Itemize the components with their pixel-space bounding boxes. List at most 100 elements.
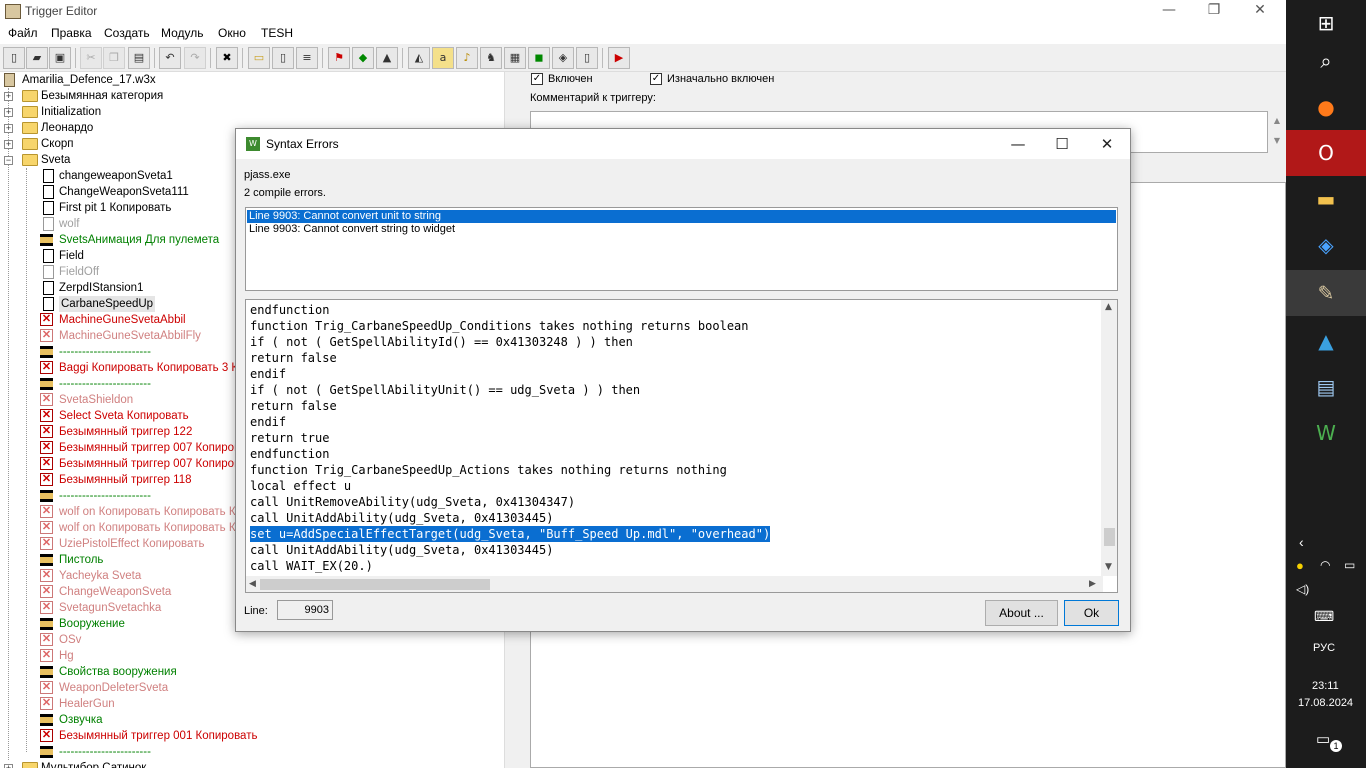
tree-trigger[interactable]: Свойства вооружения <box>0 664 504 680</box>
about-button[interactable]: About ... <box>985 600 1058 626</box>
clock-date[interactable]: 17.08.2024 <box>1298 697 1353 709</box>
collapse-icon[interactable]: − <box>4 156 13 165</box>
document-app-icon[interactable]: ▤ <box>1286 364 1366 410</box>
new-trigger-icon[interactable]: ▯ <box>272 47 294 69</box>
code-line: endfunction <box>250 447 330 461</box>
code-line: return true <box>250 431 330 445</box>
world-editor-icon[interactable]: ✎ <box>1286 270 1366 316</box>
scroll-right-icon[interactable]: ▶ <box>1089 579 1096 589</box>
menu-create[interactable]: Создать <box>104 26 150 40</box>
file-explorer-icon[interactable]: ▬ <box>1286 176 1366 222</box>
import-manager-icon[interactable]: ▯ <box>576 47 598 69</box>
undo-icon[interactable]: ↶ <box>159 47 181 69</box>
volume-icon[interactable]: ◁) <box>1296 582 1309 596</box>
copy-icon[interactable]: ❐ <box>103 47 125 69</box>
dialog-close-button[interactable]: ✕ <box>1087 133 1127 155</box>
menu-window[interactable]: Окно <box>218 26 246 40</box>
save-icon[interactable]: ▣ <box>49 47 71 69</box>
delete-icon[interactable]: ✖ <box>216 47 238 69</box>
close-button[interactable]: ✕ <box>1237 0 1283 22</box>
tree-trigger[interactable]: ✕ OSv <box>0 632 504 648</box>
tree-item-label: ------------------------ <box>59 490 151 502</box>
code-view[interactable]: endfunction function Trig_CarbaneSpeedUp_… <box>245 299 1118 593</box>
enabled-label: Включен <box>548 73 593 85</box>
error-list[interactable]: Line 9903: Cannot convert unit to string… <box>245 207 1118 291</box>
ai-editor-icon[interactable]: ◼ <box>528 47 550 69</box>
scroll-left-icon[interactable]: ◀ <box>249 579 256 589</box>
dialog-maximize-button[interactable]: ☐ <box>1042 133 1082 155</box>
app-diamond-icon[interactable]: ◈ <box>1286 222 1366 268</box>
keyboard-icon[interactable]: ⌨ <box>1314 608 1334 625</box>
scroll-down-icon[interactable]: ▼ <box>1105 562 1112 572</box>
expand-icon[interactable]: + <box>4 764 13 768</box>
clock-time[interactable]: 23:11 <box>1312 680 1339 692</box>
terrain-editor-icon[interactable]: ◭ <box>408 47 430 69</box>
input-language[interactable]: РУС <box>1313 642 1335 654</box>
new-condition-icon[interactable]: ◆ <box>352 47 374 69</box>
expand-icon[interactable]: + <box>4 140 13 149</box>
menu-module[interactable]: Модуль <box>161 26 204 40</box>
tree-item-label: wolf <box>59 218 80 230</box>
network-status-icon[interactable]: ● <box>1296 558 1304 573</box>
code-horizontal-scrollbar[interactable]: ◀ ▶ <box>246 576 1103 592</box>
menu-file[interactable]: Файл <box>8 26 38 40</box>
photos-icon[interactable]: ▲ <box>1286 318 1366 364</box>
new-icon[interactable]: ▯ <box>3 47 25 69</box>
tree-trigger[interactable]: ✕ HealerGun <box>0 696 504 712</box>
tree-category[interactable]: + Безымянная категория <box>0 88 504 104</box>
trigger-icon <box>43 249 54 263</box>
expand-icon[interactable]: + <box>4 124 13 133</box>
vertical-scroll-thumb[interactable] <box>1104 528 1115 546</box>
meet-icon[interactable]: ▭ <box>1344 558 1355 572</box>
redo-icon[interactable]: ↷ <box>184 47 206 69</box>
notification-icon[interactable]: ▭ <box>1316 730 1330 748</box>
paste-icon[interactable]: ▤ <box>128 47 150 69</box>
ok-button[interactable]: Ok <box>1064 600 1119 626</box>
wifi-icon[interactable]: ◠ <box>1320 558 1330 572</box>
expand-icon[interactable]: + <box>4 92 13 101</box>
tree-trigger[interactable]: ✕ WeaponDeleterSveta <box>0 680 504 696</box>
search-icon[interactable]: ⌕ <box>1286 38 1366 84</box>
notification-count: 1 <box>1330 740 1342 752</box>
campaign-editor-icon[interactable]: ▦ <box>504 47 526 69</box>
new-action-icon[interactable]: ▲ <box>376 47 398 69</box>
enabled-checkbox[interactable]: ✓ <box>531 73 543 85</box>
tree-category[interactable]: + Initialization <box>0 104 504 120</box>
error-item[interactable]: Line 9903: Cannot convert string to widg… <box>247 223 1116 236</box>
open-icon[interactable]: ▰ <box>26 47 48 69</box>
tree-item-label: Baggi Копировать Копировать 3 Ко <box>59 362 245 374</box>
cut-icon[interactable]: ✂ <box>80 47 102 69</box>
dialog-minimize-button[interactable]: — <box>998 133 1038 155</box>
object-manager-icon[interactable]: ◈ <box>552 47 574 69</box>
tree-category[interactable]: + Мультибор Сатинок <box>0 760 504 768</box>
jass-app-icon[interactable]: W <box>1286 410 1366 456</box>
new-category-icon[interactable]: ▭ <box>248 47 270 69</box>
opera-icon[interactable]: O <box>1286 130 1366 176</box>
restore-button[interactable]: ❐ <box>1191 0 1237 22</box>
chevron-left-icon[interactable]: ‹ <box>1299 534 1304 550</box>
menu-tesh[interactable]: TESH <box>261 26 293 40</box>
firefox-icon[interactable]: ● <box>1286 84 1366 130</box>
tree-trigger[interactable]: Озвучка <box>0 712 504 728</box>
trigger-editor-icon-button[interactable]: a <box>432 47 454 69</box>
trigger-icon <box>43 185 54 199</box>
minimize-button[interactable]: — <box>1146 0 1192 22</box>
expand-icon[interactable]: + <box>4 108 13 117</box>
horizontal-scroll-thumb[interactable] <box>260 579 490 590</box>
scroll-up-icon[interactable]: ▲ <box>1105 302 1112 312</box>
object-editor-icon[interactable]: ♞ <box>480 47 502 69</box>
initially-enabled-checkbox[interactable]: ✓ <box>650 73 662 85</box>
tree-trigger[interactable]: ✕ Hg <box>0 648 504 664</box>
error-item[interactable]: Line 9903: Cannot convert unit to string <box>247 210 1116 223</box>
sound-editor-icon[interactable]: ♪ <box>456 47 478 69</box>
new-comment-icon[interactable]: ≡ <box>296 47 318 69</box>
test-map-icon[interactable]: ▶ <box>608 47 630 69</box>
new-event-icon[interactable]: ⚑ <box>328 47 350 69</box>
comment-scrollbar[interactable]: ▲ ▼ <box>1270 111 1284 153</box>
tree-item-label: Пистоль <box>59 554 104 566</box>
menu-edit[interactable]: Правка <box>51 26 92 40</box>
code-line: local effect u <box>250 479 352 493</box>
code-vertical-scrollbar[interactable]: ▲ ▼ <box>1101 300 1117 576</box>
tree-trigger[interactable]: ✕ Безымянный триггер 001 Копировать <box>0 728 504 744</box>
tree-trigger[interactable]: ------------------------ <box>0 744 504 760</box>
